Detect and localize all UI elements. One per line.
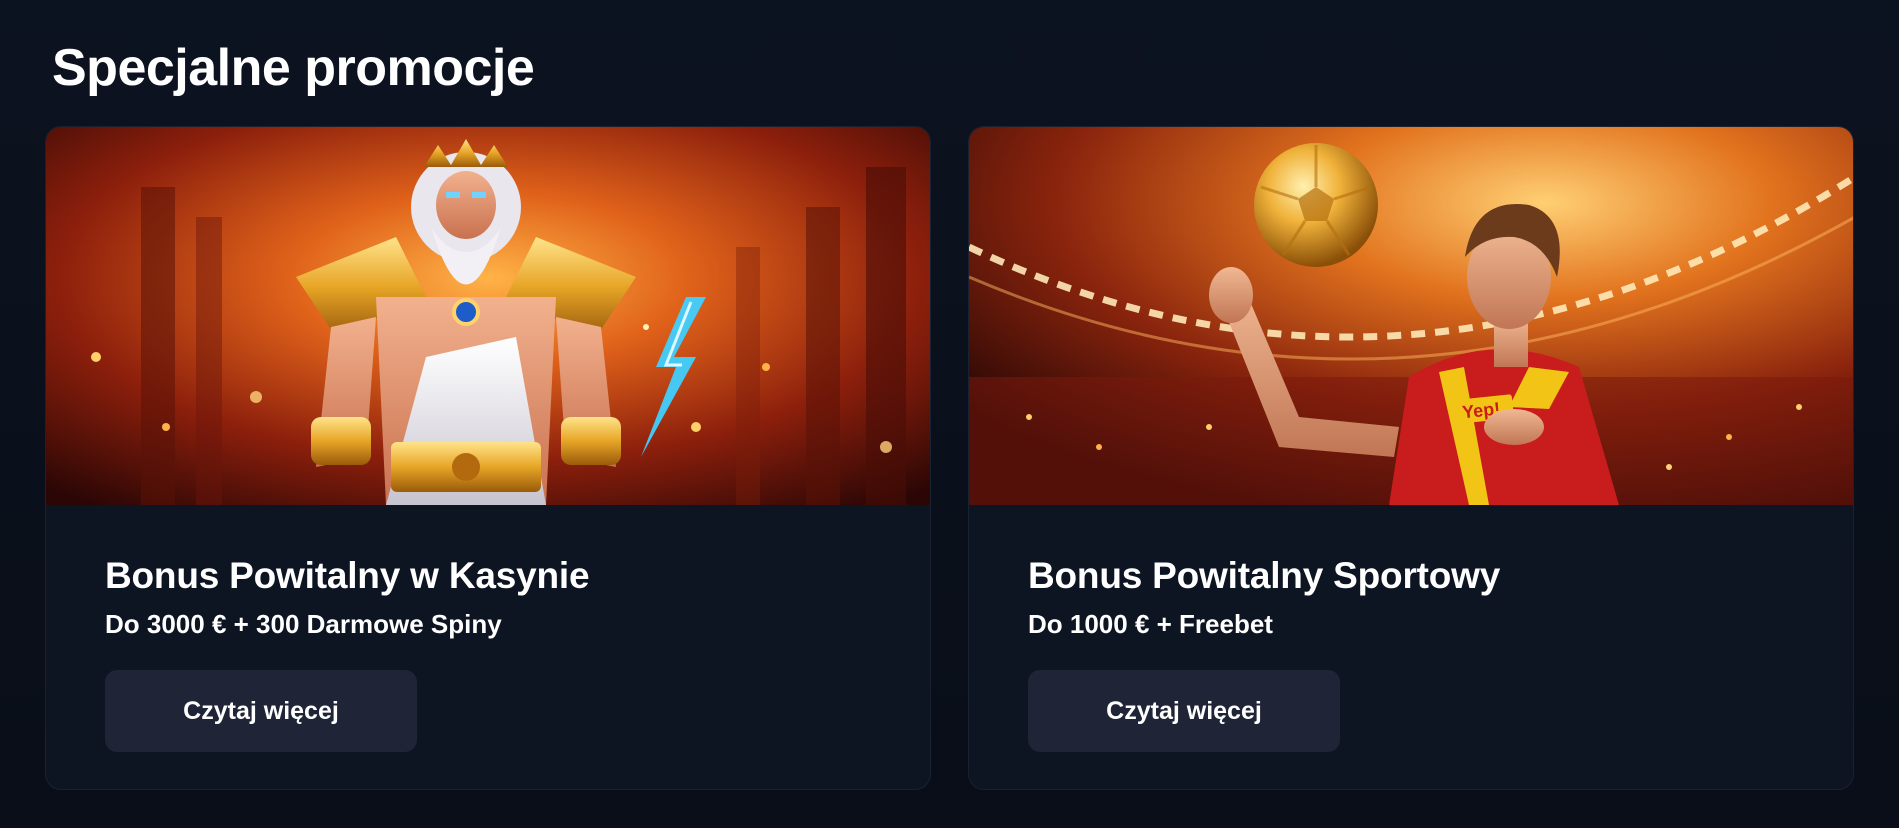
promo-image-sports[interactable]: Yep!	[969, 127, 1853, 505]
promo-subtitle: Do 1000 € + Freebet	[1028, 609, 1273, 639]
section-title: Specjalne promocje	[52, 39, 535, 97]
promo-card-body: Bonus Powitalny Sportowy Do 1000 € + Fre…	[969, 505, 1853, 789]
promo-card-sports[interactable]: Yep! Bonus Powitalny Sportowy Do 1000 € …	[968, 126, 1854, 790]
promo-title: Bonus Powitalny w Kasynie	[105, 555, 590, 596]
promo-subtitle: Do 3000 € + 300 Darmowe Spiny	[105, 609, 502, 639]
read-more-button-sports[interactable]: Czytaj więcej	[1028, 670, 1340, 752]
promo-image-casino[interactable]	[46, 127, 930, 505]
promo-card-casino[interactable]: Bonus Powitalny w Kasynie Do 3000 € + 30…	[45, 126, 931, 790]
promo-title: Bonus Powitalny Sportowy	[1028, 555, 1501, 596]
read-more-button-casino[interactable]: Czytaj więcej	[105, 670, 417, 752]
promo-card-body: Bonus Powitalny w Kasynie Do 3000 € + 30…	[46, 505, 930, 789]
